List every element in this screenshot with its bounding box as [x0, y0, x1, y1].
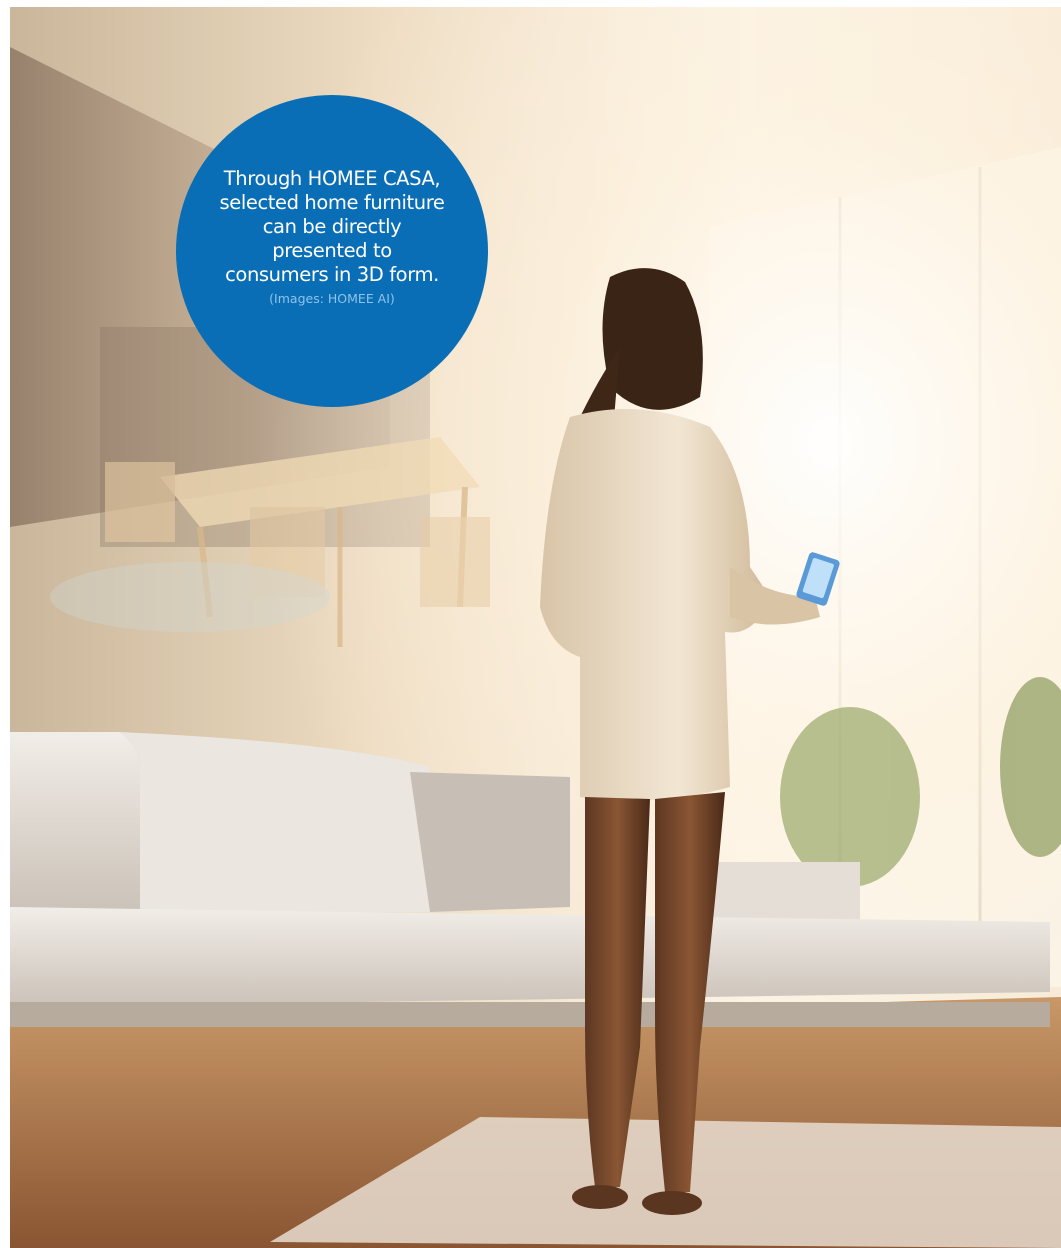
photo-illustration — [10, 7, 1061, 1248]
image-credit: (Images: HOMEE AI) — [269, 291, 395, 306]
caption-bubble: Through HOMEE CASA, selected home furnit… — [176, 95, 488, 407]
caption-text: Through HOMEE CASA, selected home furnit… — [219, 167, 445, 286]
living-room-photo — [10, 7, 1061, 1248]
